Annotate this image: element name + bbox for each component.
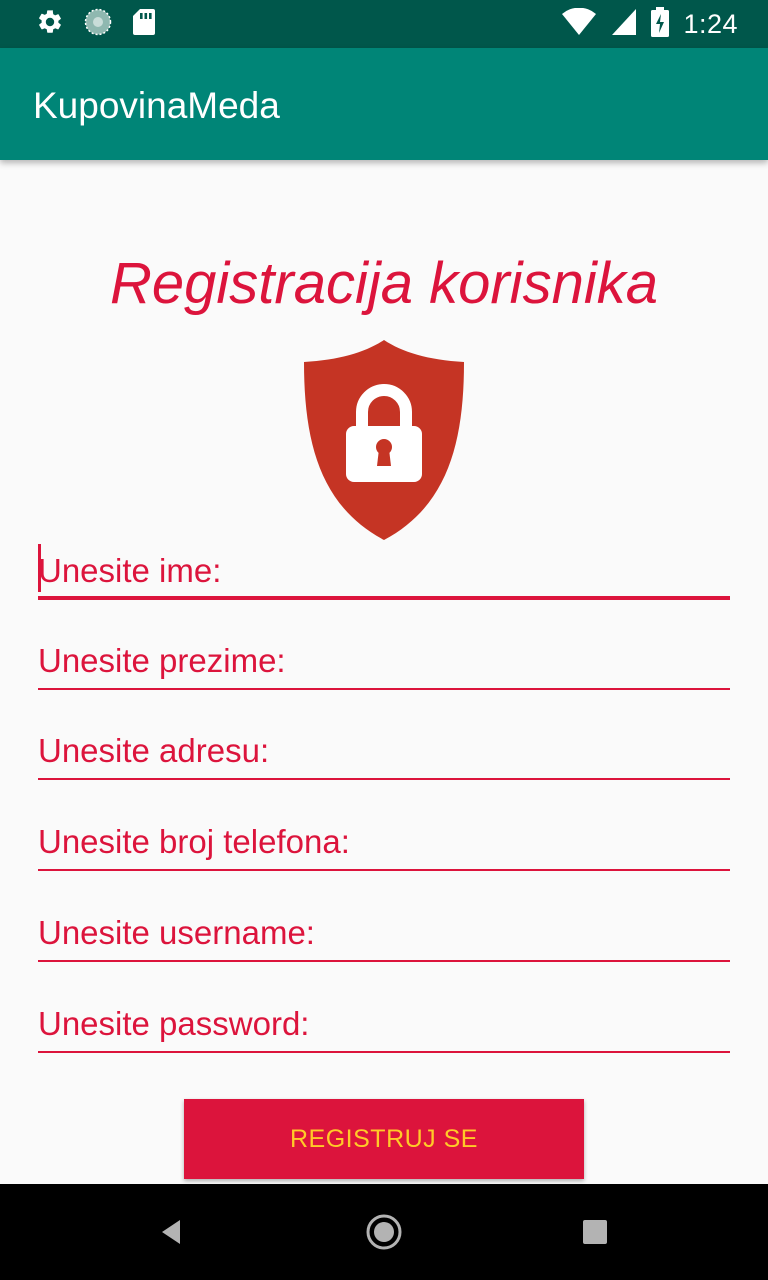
sync-icon bbox=[84, 8, 112, 41]
shield-lock-icon bbox=[300, 338, 468, 542]
register-button[interactable]: REGISTRUJ SE bbox=[184, 1099, 584, 1179]
status-left-icons bbox=[36, 8, 156, 41]
field-underline bbox=[38, 1051, 730, 1053]
username-field[interactable]: Unesite username: bbox=[38, 902, 730, 962]
settings-icon bbox=[36, 8, 64, 41]
last-name-placeholder: Unesite prezime: bbox=[38, 642, 286, 679]
home-icon[interactable] bbox=[360, 1208, 408, 1256]
back-icon[interactable] bbox=[147, 1208, 195, 1256]
field-underline bbox=[38, 688, 730, 690]
username-placeholder: Unesite username: bbox=[38, 914, 315, 951]
field-underline bbox=[38, 778, 730, 780]
status-time: 1:24 bbox=[683, 8, 738, 39]
last-name-field[interactable]: Unesite prezime: bbox=[38, 630, 730, 690]
battery-charging-icon bbox=[651, 6, 670, 42]
phone-field[interactable]: Unesite broj telefona: bbox=[38, 811, 730, 871]
app-bar: KupovinaMeda bbox=[0, 48, 768, 160]
first-name-field[interactable]: Unesite ime: bbox=[38, 540, 730, 600]
field-underline bbox=[38, 596, 730, 600]
app-title: KupovinaMeda bbox=[33, 85, 280, 126]
address-field[interactable]: Unesite adresu: bbox=[38, 720, 730, 780]
sd-card-icon bbox=[132, 8, 156, 41]
signal-icon bbox=[611, 8, 637, 41]
field-underline bbox=[38, 869, 730, 871]
status-right-icons: 1:24 bbox=[561, 6, 738, 42]
address-placeholder: Unesite adresu: bbox=[38, 732, 270, 769]
navigation-bar bbox=[0, 1184, 768, 1280]
password-placeholder: Unesite password: bbox=[38, 1005, 310, 1042]
wifi-icon bbox=[561, 7, 597, 41]
field-underline bbox=[38, 960, 730, 962]
password-field[interactable]: Unesite password: bbox=[38, 993, 730, 1053]
text-cursor bbox=[38, 544, 41, 592]
first-name-placeholder: Unesite ime: bbox=[38, 552, 222, 589]
recents-icon[interactable] bbox=[571, 1208, 619, 1256]
status-bar: 1:24 bbox=[0, 0, 768, 48]
page-title: Registracija korisnika bbox=[110, 251, 658, 316]
phone-placeholder: Unesite broj telefona: bbox=[38, 823, 350, 860]
